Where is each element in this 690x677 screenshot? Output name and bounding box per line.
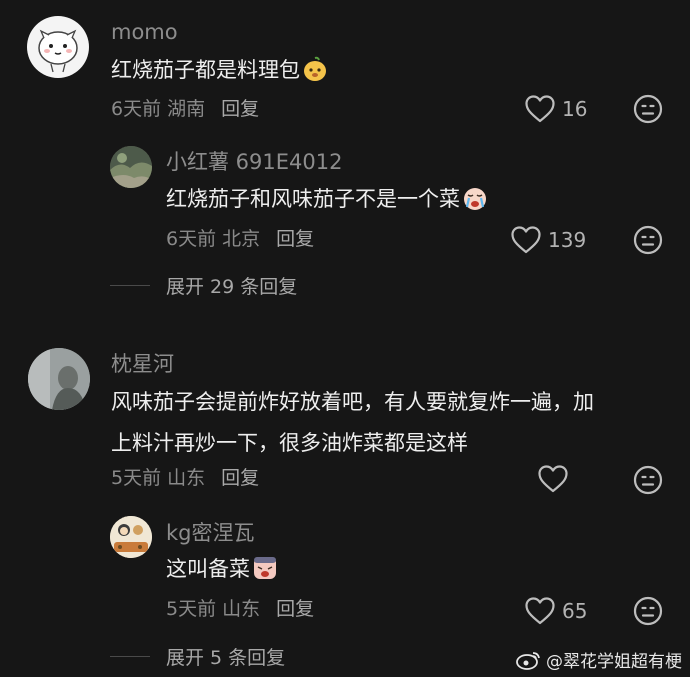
like-count: 16 bbox=[562, 97, 588, 121]
like-button[interactable]: 16 bbox=[524, 93, 587, 125]
watermark-text: @翠花学姐超有梗 bbox=[546, 652, 682, 672]
reply-button[interactable]: 回复 bbox=[221, 467, 259, 489]
expand-replies-label: 展开 29 条回复 bbox=[166, 276, 298, 298]
reply-button[interactable]: 回复 bbox=[221, 98, 259, 120]
reply-date-location: 6天前 北京 bbox=[166, 228, 261, 250]
comment-meta: 6天前 湖南 回复 bbox=[111, 97, 259, 121]
like-button[interactable]: 65 bbox=[524, 595, 587, 627]
expand-replies-label: 展开 5 条回复 bbox=[166, 647, 286, 669]
like-button[interactable] bbox=[537, 463, 569, 495]
like-button[interactable]: 139 bbox=[510, 224, 586, 256]
dislike-button[interactable] bbox=[633, 225, 663, 255]
weibo-logo-icon bbox=[516, 651, 540, 670]
reply-button[interactable]: 回复 bbox=[276, 228, 314, 250]
reply-username[interactable]: kg密涅瓦 bbox=[166, 520, 255, 546]
comment-date-location: 5天前 山东 bbox=[111, 467, 206, 489]
divider-line bbox=[110, 656, 150, 657]
avatar[interactable] bbox=[27, 16, 89, 78]
heart-icon bbox=[525, 95, 555, 123]
like-count: 139 bbox=[548, 228, 587, 252]
meh-face-icon bbox=[633, 225, 663, 255]
heart-icon bbox=[511, 226, 541, 254]
comment-text-body: 红烧茄子都是料理包 bbox=[111, 58, 300, 82]
avatar[interactable] bbox=[110, 516, 152, 558]
reply-meta: 6天前 北京 回复 bbox=[166, 227, 314, 251]
tired-face-emoji-icon bbox=[252, 554, 278, 580]
like-count: 65 bbox=[562, 599, 588, 623]
avatar[interactable] bbox=[110, 146, 152, 188]
comment-text-line: 风味茄子会提前炸好放着吧，有人要就复炸一遍，加 bbox=[111, 390, 594, 414]
expand-replies-button[interactable]: 展开 5 条回复 bbox=[110, 643, 285, 670]
comment-text: 红烧茄子都是料理包 bbox=[111, 50, 328, 91]
comment-meta: 5天前 山东 回复 bbox=[111, 466, 259, 490]
meh-face-icon bbox=[633, 596, 663, 626]
meh-face-icon bbox=[633, 465, 663, 495]
meh-face-icon bbox=[633, 94, 663, 124]
expand-replies-button[interactable]: 展开 29 条回复 bbox=[110, 272, 297, 299]
reply-text-body: 这叫备菜 bbox=[166, 557, 250, 581]
dislike-button[interactable] bbox=[633, 94, 663, 124]
divider-line bbox=[110, 285, 150, 286]
weibo-watermark: @翠花学姐超有梗 bbox=[516, 647, 682, 672]
reply-username[interactable]: 小红薯 691E4012 bbox=[166, 149, 342, 175]
pear-face-emoji-icon bbox=[302, 55, 328, 81]
reply-text-body: 红烧茄子和风味茄子不是一个菜 bbox=[166, 187, 460, 211]
dislike-button[interactable] bbox=[633, 596, 663, 626]
comment-date-location: 6天前 湖南 bbox=[111, 98, 206, 120]
reply-button[interactable]: 回复 bbox=[276, 598, 314, 620]
reply-text: 这叫备菜 bbox=[166, 549, 278, 590]
reply-date-location: 5天前 山东 bbox=[166, 598, 261, 620]
dislike-button[interactable] bbox=[633, 465, 663, 495]
reply-text: 红烧茄子和风味茄子不是一个菜 bbox=[166, 179, 488, 220]
comment-text: 风味茄子会提前炸好放着吧，有人要就复炸一遍，加 上料汁再炒一下，很多油炸菜都是这… bbox=[111, 382, 671, 464]
heart-icon bbox=[538, 465, 568, 493]
reply-meta: 5天前 山东 回复 bbox=[166, 597, 314, 621]
comment-username[interactable]: 枕星河 bbox=[111, 351, 174, 377]
heart-icon bbox=[525, 597, 555, 625]
crying-face-emoji-icon bbox=[462, 184, 488, 210]
comment-text-line: 上料汁再炒一下，很多油炸菜都是这样 bbox=[111, 431, 468, 455]
avatar[interactable] bbox=[28, 348, 90, 410]
comment-username[interactable]: momo bbox=[111, 19, 178, 45]
